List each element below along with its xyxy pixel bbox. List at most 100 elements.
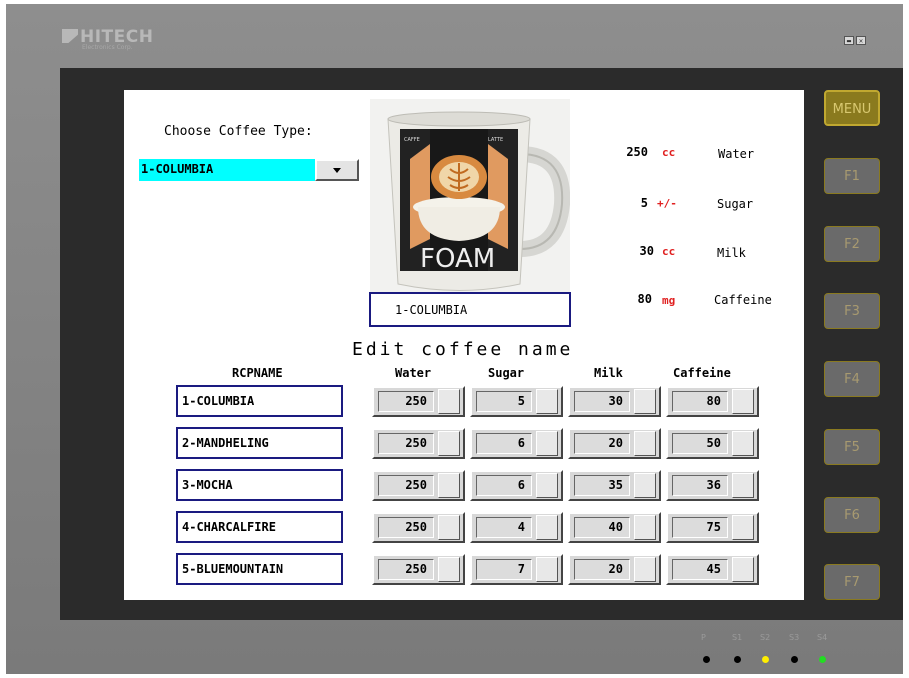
water-input[interactable]: 250: [372, 386, 465, 417]
milk-input[interactable]: 40: [568, 512, 661, 543]
header-sugar: Sugar: [488, 366, 525, 380]
dropdown-button[interactable]: [315, 159, 359, 181]
svg-text:CAFFE: CAFFE: [404, 137, 420, 143]
header-water: Water: [395, 366, 432, 380]
menu-key[interactable]: MENU: [824, 90, 880, 126]
keypad-button[interactable]: [634, 389, 656, 414]
keypad-button[interactable]: [732, 389, 754, 414]
milk-input[interactable]: 30: [568, 386, 661, 417]
recipe-name-field[interactable]: 5-BLUEMOUNTAIN: [176, 553, 343, 585]
minimize-icon[interactable]: ▬: [844, 36, 854, 45]
caffeine-input[interactable]: 75: [666, 512, 759, 543]
keypad-button[interactable]: [438, 557, 460, 582]
close-icon[interactable]: ✕: [856, 36, 866, 45]
f4-key[interactable]: F4: [824, 361, 880, 397]
water-input[interactable]: 250: [372, 554, 465, 585]
dropdown-value[interactable]: 1-COLUMBIA: [139, 159, 315, 181]
status-led-icon: [703, 656, 710, 663]
spec-value: 30: [639, 244, 654, 258]
water-value[interactable]: 250: [378, 433, 434, 454]
recipe-name-field[interactable]: 3-MOCHA: [176, 469, 343, 501]
spec-unit: cc: [662, 146, 676, 159]
caffeine-input[interactable]: 80: [666, 386, 759, 417]
milk-input[interactable]: 20: [568, 428, 661, 459]
sugar-value[interactable]: 4: [476, 517, 532, 538]
water-input[interactable]: 250: [372, 428, 465, 459]
spec-name: Water: [718, 147, 755, 161]
keypad-button[interactable]: [536, 473, 558, 498]
water-input[interactable]: 250: [372, 512, 465, 543]
coffee-mug-image: CAFFE LATTE FOAM: [370, 99, 570, 299]
keypad-button[interactable]: [732, 515, 754, 540]
led-label: S3: [789, 633, 800, 642]
sugar-input[interactable]: 7: [470, 554, 563, 585]
spec-value: 250: [626, 145, 648, 159]
window-controls: ▬ ✕: [844, 36, 866, 45]
caffeine-value[interactable]: 80: [672, 391, 728, 412]
caffeine-input[interactable]: 36: [666, 470, 759, 501]
f5-key[interactable]: F5: [824, 429, 880, 465]
keypad-button[interactable]: [536, 515, 558, 540]
keypad-button[interactable]: [536, 389, 558, 414]
keypad-button[interactable]: [438, 431, 460, 456]
keypad-button[interactable]: [732, 431, 754, 456]
coffee-type-dropdown[interactable]: 1-COLUMBIA: [139, 159, 359, 181]
milk-value[interactable]: 35: [574, 475, 630, 496]
milk-value[interactable]: 20: [574, 559, 630, 580]
f7-key[interactable]: F7: [824, 564, 880, 600]
water-value[interactable]: 250: [378, 391, 434, 412]
keypad-button[interactable]: [536, 431, 558, 456]
f1-key[interactable]: F1: [824, 158, 880, 194]
sugar-value[interactable]: 6: [476, 475, 532, 496]
recipe-name-field[interactable]: 1-COLUMBIA: [176, 385, 343, 417]
sugar-value[interactable]: 5: [476, 391, 532, 412]
sugar-input[interactable]: 6: [470, 470, 563, 501]
milk-input[interactable]: 35: [568, 470, 661, 501]
keypad-button[interactable]: [732, 473, 754, 498]
brand-subtitle: Electronics Corp.: [82, 44, 133, 51]
sugar-input[interactable]: 6: [470, 428, 563, 459]
spec-unit: mg: [662, 294, 676, 307]
keypad-button[interactable]: [634, 431, 656, 456]
header-milk: Milk: [594, 366, 623, 380]
caffeine-value[interactable]: 50: [672, 433, 728, 454]
keypad-button[interactable]: [634, 557, 656, 582]
f2-key[interactable]: F2: [824, 226, 880, 262]
sugar-input[interactable]: 5: [470, 386, 563, 417]
keypad-button[interactable]: [536, 557, 558, 582]
spec-unit: +/-: [657, 197, 677, 210]
led-label: S2: [760, 633, 771, 642]
led-label: P: [701, 633, 706, 642]
milk-input[interactable]: 20: [568, 554, 661, 585]
caffeine-input[interactable]: 45: [666, 554, 759, 585]
f6-key[interactable]: F6: [824, 497, 880, 533]
keypad-button[interactable]: [438, 473, 460, 498]
milk-value[interactable]: 40: [574, 517, 630, 538]
keypad-button[interactable]: [438, 389, 460, 414]
recipe-name-field[interactable]: 2-MANDHELING: [176, 427, 343, 459]
water-input[interactable]: 250: [372, 470, 465, 501]
sugar-value[interactable]: 6: [476, 433, 532, 454]
keypad-button[interactable]: [438, 515, 460, 540]
caffeine-value[interactable]: 45: [672, 559, 728, 580]
spec-name: Milk: [717, 246, 746, 260]
keypad-button[interactable]: [634, 473, 656, 498]
header-rcpname: RCPNAME: [232, 366, 283, 380]
water-value[interactable]: 250: [378, 475, 434, 496]
milk-value[interactable]: 30: [574, 391, 630, 412]
milk-value[interactable]: 20: [574, 433, 630, 454]
caffeine-value[interactable]: 36: [672, 475, 728, 496]
mug-text: FOAM: [420, 244, 495, 274]
caffeine-value[interactable]: 75: [672, 517, 728, 538]
keypad-button[interactable]: [634, 515, 656, 540]
sugar-input[interactable]: 4: [470, 512, 563, 543]
edit-coffee-title: Edit coffee name: [352, 339, 574, 360]
water-value[interactable]: 250: [378, 517, 434, 538]
keypad-button[interactable]: [732, 557, 754, 582]
f3-key[interactable]: F3: [824, 293, 880, 329]
recipe-name-field[interactable]: 4-CHARCALFIRE: [176, 511, 343, 543]
caffeine-input[interactable]: 50: [666, 428, 759, 459]
water-value[interactable]: 250: [378, 559, 434, 580]
sugar-value[interactable]: 7: [476, 559, 532, 580]
status-led-icon: [791, 656, 798, 663]
